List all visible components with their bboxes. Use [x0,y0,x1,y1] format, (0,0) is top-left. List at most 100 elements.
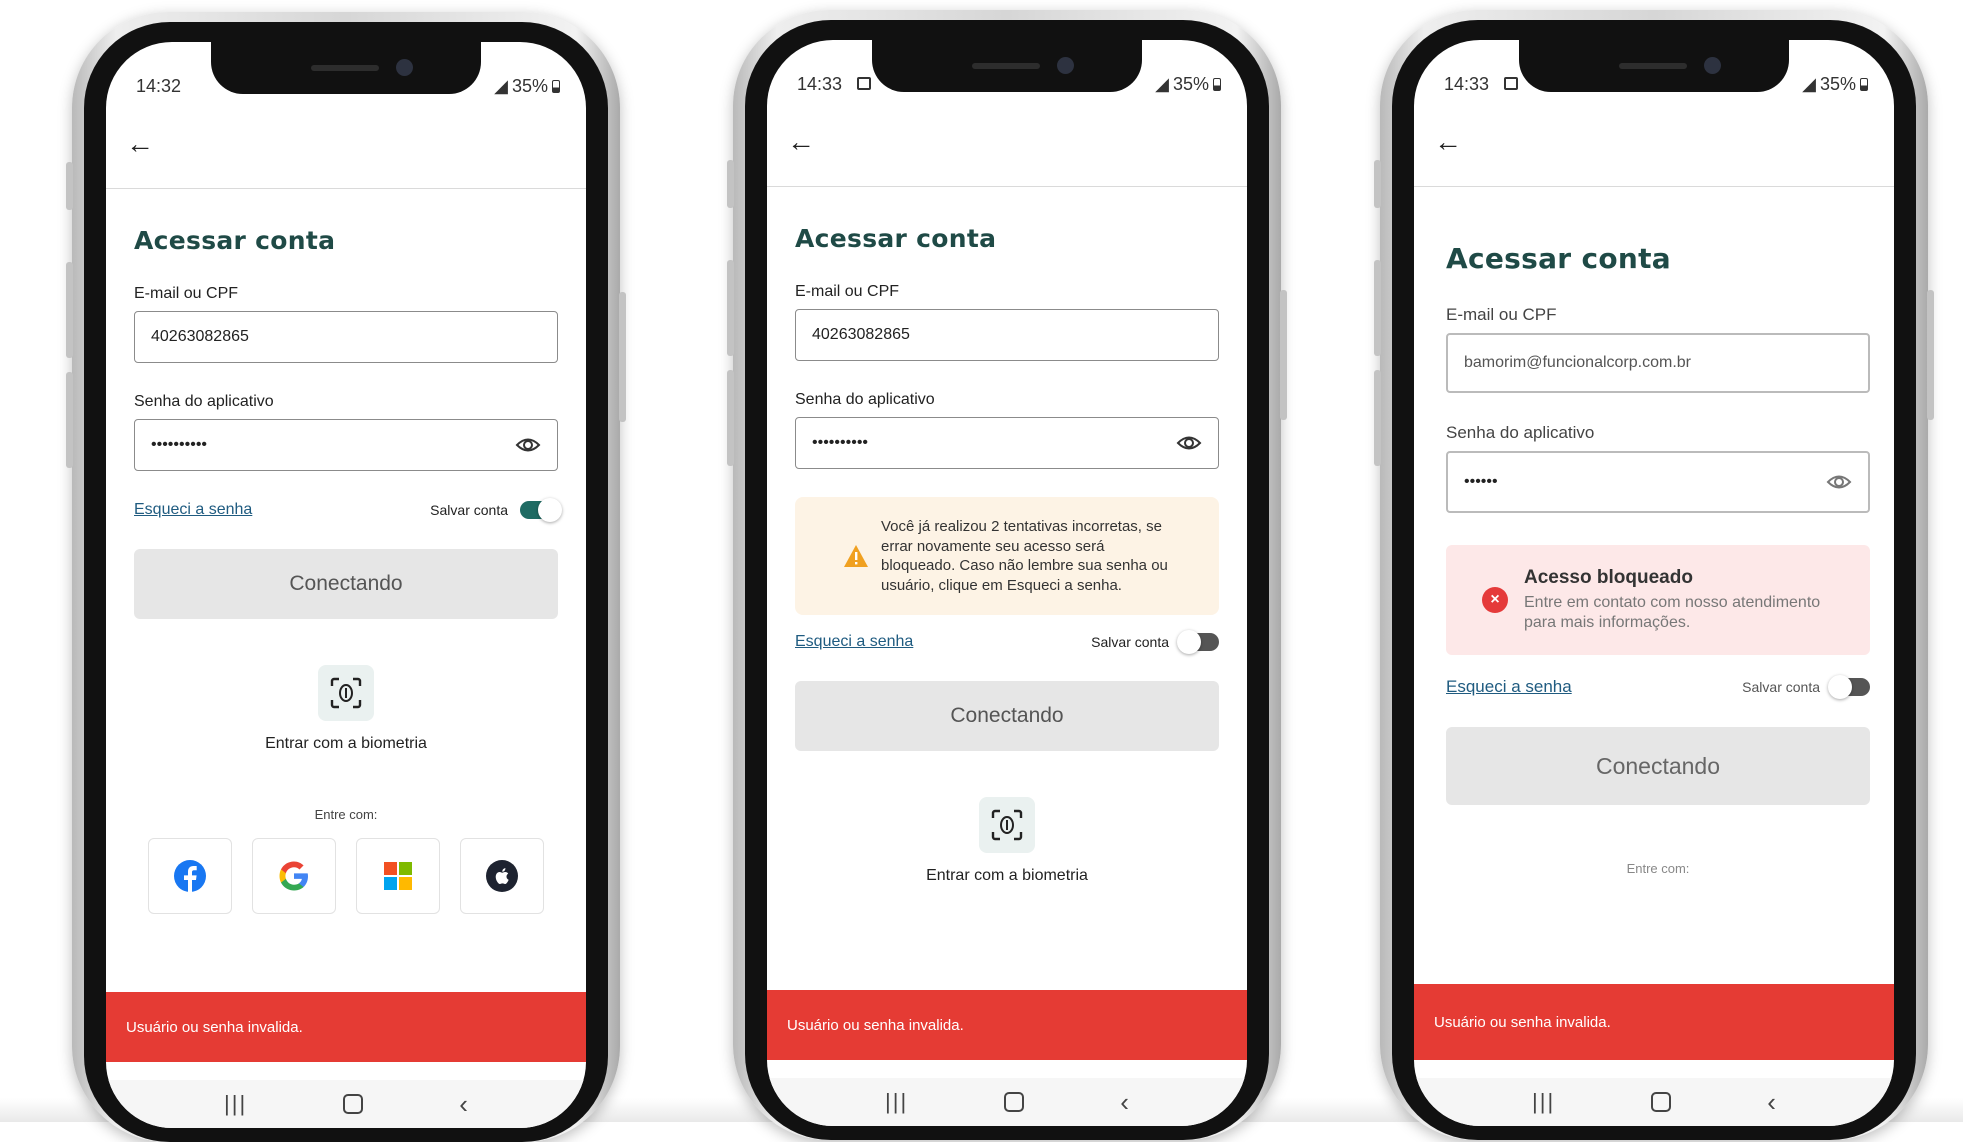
app-bar: ← [1414,100,1894,187]
eye-icon[interactable] [1176,430,1202,456]
power-button [1927,290,1934,420]
password-field[interactable]: •••••• [1446,451,1870,513]
email-field[interactable]: 40263082865 [795,309,1219,361]
biometrics-label: Entrar com a biometria [926,867,1088,884]
options-row: Esqueci a senha Salvar conta [134,498,562,522]
biometrics-button[interactable]: Entrar com a biometria [795,797,1219,885]
save-account: Salvar conta [1091,630,1219,654]
save-account-toggle[interactable] [1828,675,1870,699]
save-account: Salvar conta [1742,675,1870,699]
android-nav-bar: ||| ‹ [106,1080,586,1128]
forgot-password-link[interactable]: Esqueci a senha [1446,677,1572,697]
nav-back-button[interactable]: ‹ [459,1089,468,1120]
speaker [972,63,1040,69]
mute-switch [1374,160,1381,208]
signal-icon: ◢ [1802,74,1816,94]
error-snackbar: Usuário ou senha invalida. [1414,984,1894,1060]
phone-1: 14:32 ◢ 35% ← Acessar conta E-mail ou CPF… [66,12,626,1142]
enter-with-label: Entre com: [1626,861,1690,876]
password-value: •••••• [1464,473,1498,490]
error-snackbar: Usuário ou senha invalida. [106,992,586,1062]
battery-percent: 35% [511,76,548,96]
password-label: Senha do aplicativo [1446,423,1595,442]
back-arrow-icon[interactable]: ← [126,130,154,158]
nav-back-button[interactable]: ‹ [1120,1087,1129,1118]
screen: 14:33 ◢ 35% ← Acessar conta E-mail ou CPF… [767,40,1247,1126]
email-value: 40263082865 [151,328,249,345]
microsoft-login-button[interactable] [356,838,440,914]
social-login-row [134,838,558,914]
save-account-label: Salvar conta [430,502,508,518]
save-account-toggle[interactable] [1177,630,1219,654]
volume-down-button [66,372,73,468]
connect-button[interactable]: Conectando [1446,727,1870,805]
status-icons: ◢ 35% [1155,74,1221,95]
page-title: Acessar conta [134,226,336,255]
options-row: Esqueci a senha Salvar conta [1446,675,1870,699]
app-bar: ← [767,100,1247,187]
warning-icon [844,545,868,567]
home-button[interactable] [1651,1092,1672,1112]
forgot-password-link[interactable]: Esqueci a senha [134,501,252,519]
app-bar: ← [106,102,586,189]
eye-icon[interactable] [1826,469,1852,495]
notch [1519,40,1789,92]
connect-button[interactable]: Conectando [134,549,558,619]
status-time: 14:33 [1444,74,1490,94]
save-account-toggle[interactable] [520,498,562,522]
volume-up-button [66,262,73,358]
status-icons: ◢ 35% [1802,74,1868,95]
back-arrow-icon[interactable]: ← [787,128,815,156]
biometrics-button[interactable]: Entrar com a biometria [134,665,558,753]
toggle-knob [1177,630,1201,654]
status-time: 14:33 [797,74,843,94]
bezel: 14:33 ◢ 35% ← Acessar conta E-mail ou CPF… [1392,20,1916,1140]
save-account-label: Salvar conta [1091,634,1169,650]
speaker [311,65,379,71]
home-button[interactable] [1004,1092,1025,1112]
recent-apps-button[interactable]: ||| [1532,1089,1555,1115]
eye-icon[interactable] [515,432,541,458]
password-label: Senha do aplicativo [134,393,274,410]
email-value: 40263082865 [812,326,910,343]
microsoft-icon [384,862,412,890]
google-login-button[interactable] [252,838,336,914]
login-form: Acessar conta E-mail ou CPF bamorim@func… [1446,186,1870,876]
status-icons: ◢ 35% [494,76,560,97]
password-label: Senha do aplicativo [795,391,935,408]
page-title: Acessar conta [1446,242,1671,275]
connect-button[interactable]: Conectando [795,681,1219,751]
apple-icon [486,860,518,892]
toggle-knob [1828,675,1852,699]
front-camera [1704,57,1721,74]
mute-switch [727,160,734,208]
forgot-password-link[interactable]: Esqueci a senha [795,633,913,651]
email-label: E-mail ou CPF [1446,305,1557,324]
password-field[interactable]: •••••••••• [795,417,1219,469]
warning-text: Você já realizou 2 tentativas incorretas… [881,518,1168,594]
email-field[interactable]: bamorim@funcionalcorp.com.br [1446,333,1870,393]
save-account-label: Salvar conta [1742,679,1820,695]
notch [872,40,1142,92]
facebook-login-button[interactable] [148,838,232,914]
notch [211,42,481,94]
phone-2: 14:33 ◢ 35% ← Acessar conta E-mail ou CPF… [727,10,1287,1140]
home-button[interactable] [343,1094,364,1114]
email-field[interactable]: 40263082865 [134,311,558,363]
access-blocked-alert: × Acesso bloqueado Entre em contato com … [1446,545,1870,655]
recent-apps-button[interactable]: ||| [885,1089,908,1115]
recent-apps-button[interactable]: ||| [224,1091,247,1117]
save-account: Salvar conta [430,498,562,522]
error-text: Entre em contato com nosso atendimento p… [1524,594,1821,631]
fingerprint-scan-icon [979,797,1035,853]
apple-login-button[interactable] [460,838,544,914]
password-field[interactable]: •••••••••• [134,419,558,471]
gallery-notification-icon [1504,77,1518,90]
nav-back-button[interactable]: ‹ [1767,1087,1776,1118]
android-nav-bar: ||| ‹ [1414,1078,1894,1126]
power-button [1280,290,1287,420]
options-row: Esqueci a senha Salvar conta [795,630,1219,654]
login-form: Acessar conta E-mail ou CPF 40263082865 … [795,186,1219,885]
back-arrow-icon[interactable]: ← [1434,128,1462,156]
power-button [619,292,626,422]
